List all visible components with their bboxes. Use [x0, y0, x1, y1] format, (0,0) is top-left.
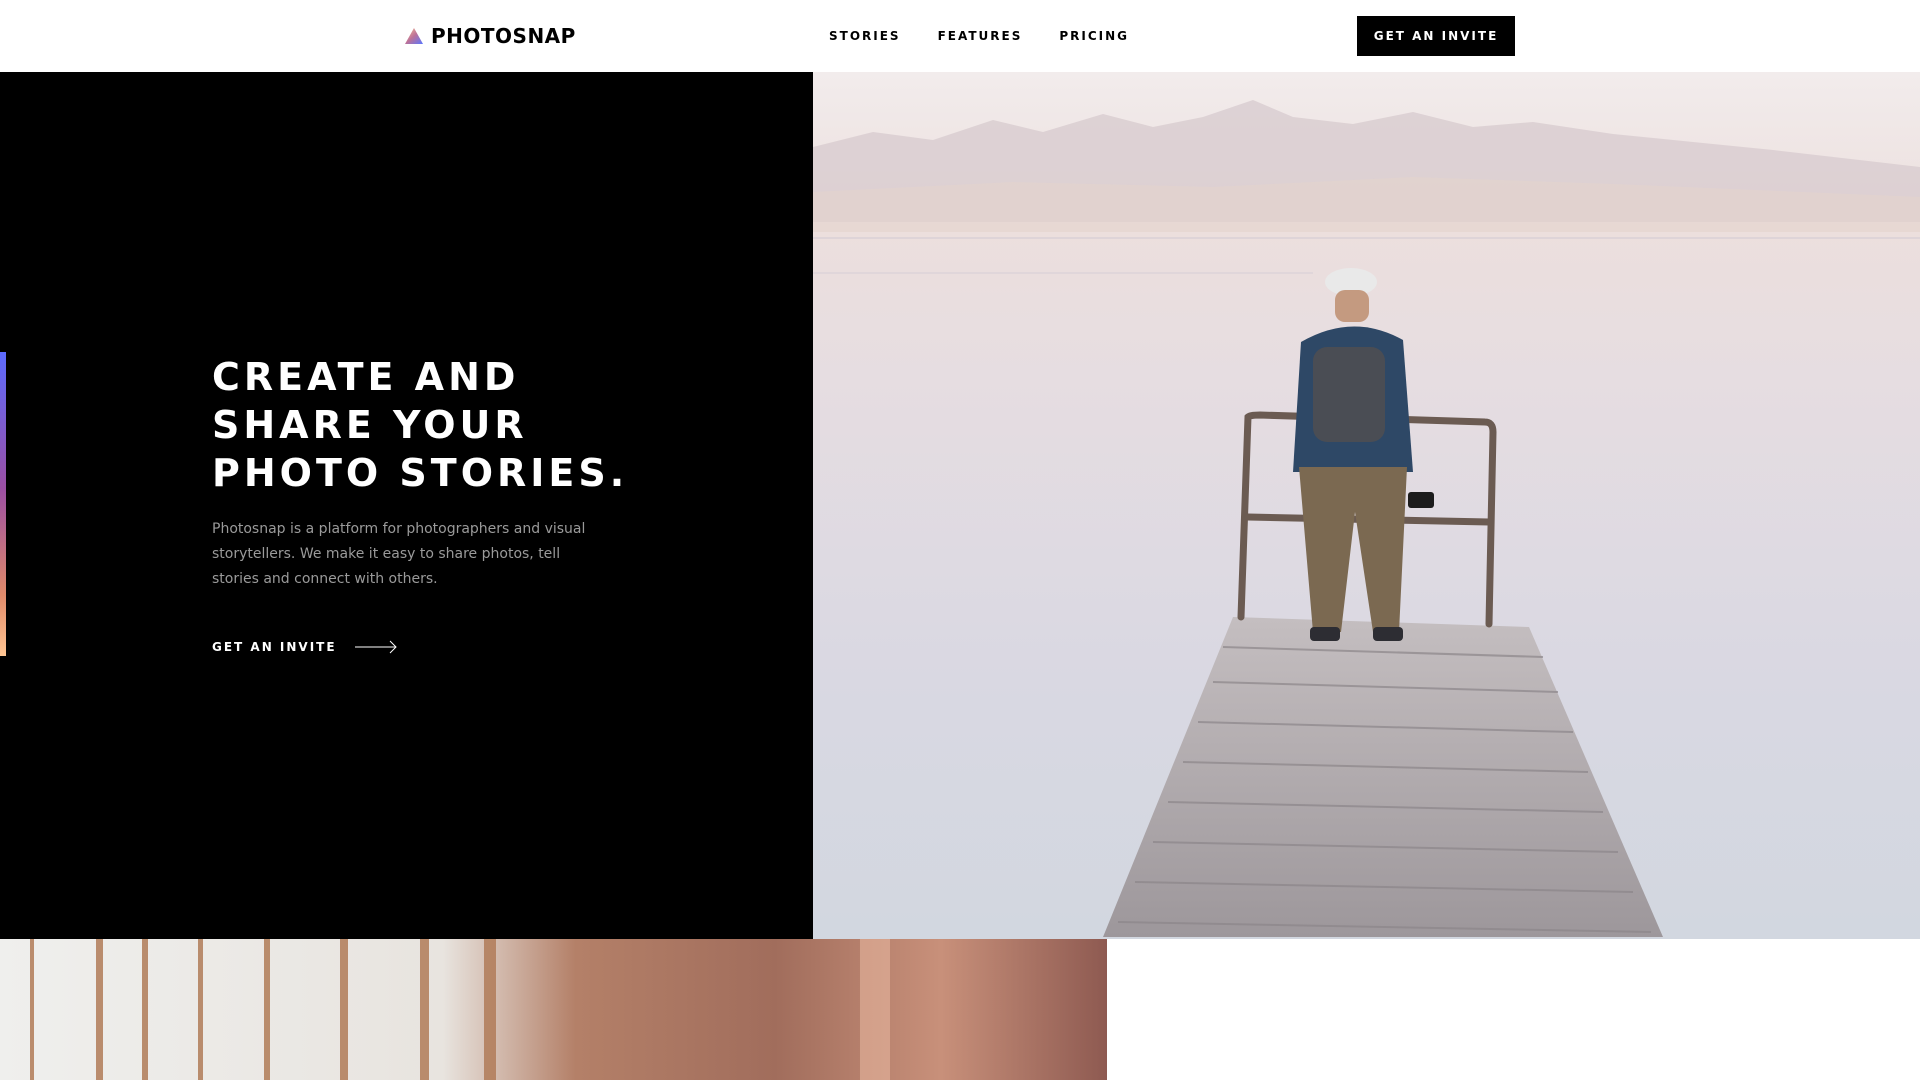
hero-intro: CREATE AND SHARE YOUR PHOTO STORIES. Pho… — [0, 72, 813, 939]
nav-link-pricing[interactable]: PRICING — [1059, 27, 1129, 45]
hero-title-line-3: PHOTO STORIES. — [212, 451, 629, 495]
main-nav: STORIES FEATURES PRICING — [829, 27, 1166, 45]
brand-name: PHOTOSNAP — [431, 24, 576, 48]
nav-link-stories[interactable]: STORIES — [829, 27, 901, 45]
hero-get-invite-label: GET AN INVITE — [212, 640, 337, 654]
nav-link-features[interactable]: FEATURES — [938, 27, 1023, 45]
accent-gradient-bar — [0, 352, 6, 656]
hero-get-invite-link[interactable]: GET AN INVITE — [212, 640, 398, 654]
window-blinds-photo — [0, 939, 1107, 1080]
gradient-triangle-icon — [405, 28, 423, 44]
person-on-dock-photo — [813, 72, 1920, 939]
get-invite-button[interactable]: GET AN INVITE — [1357, 16, 1515, 56]
site-header: PHOTOSNAP STORIES FEATURES PRICING GET A… — [0, 0, 1920, 72]
hero-title-line-2: SHARE YOUR — [212, 403, 528, 447]
brand-logo[interactable]: PHOTOSNAP — [405, 22, 576, 50]
hero-title: CREATE AND SHARE YOUR PHOTO STORIES. — [212, 353, 632, 497]
hero-description: Photosnap is a platform for photographer… — [212, 521, 586, 587]
arrow-right-icon — [354, 640, 397, 654]
hero-title-line-1: CREATE AND — [212, 355, 520, 399]
feature-section-text-area — [1107, 939, 1920, 1080]
